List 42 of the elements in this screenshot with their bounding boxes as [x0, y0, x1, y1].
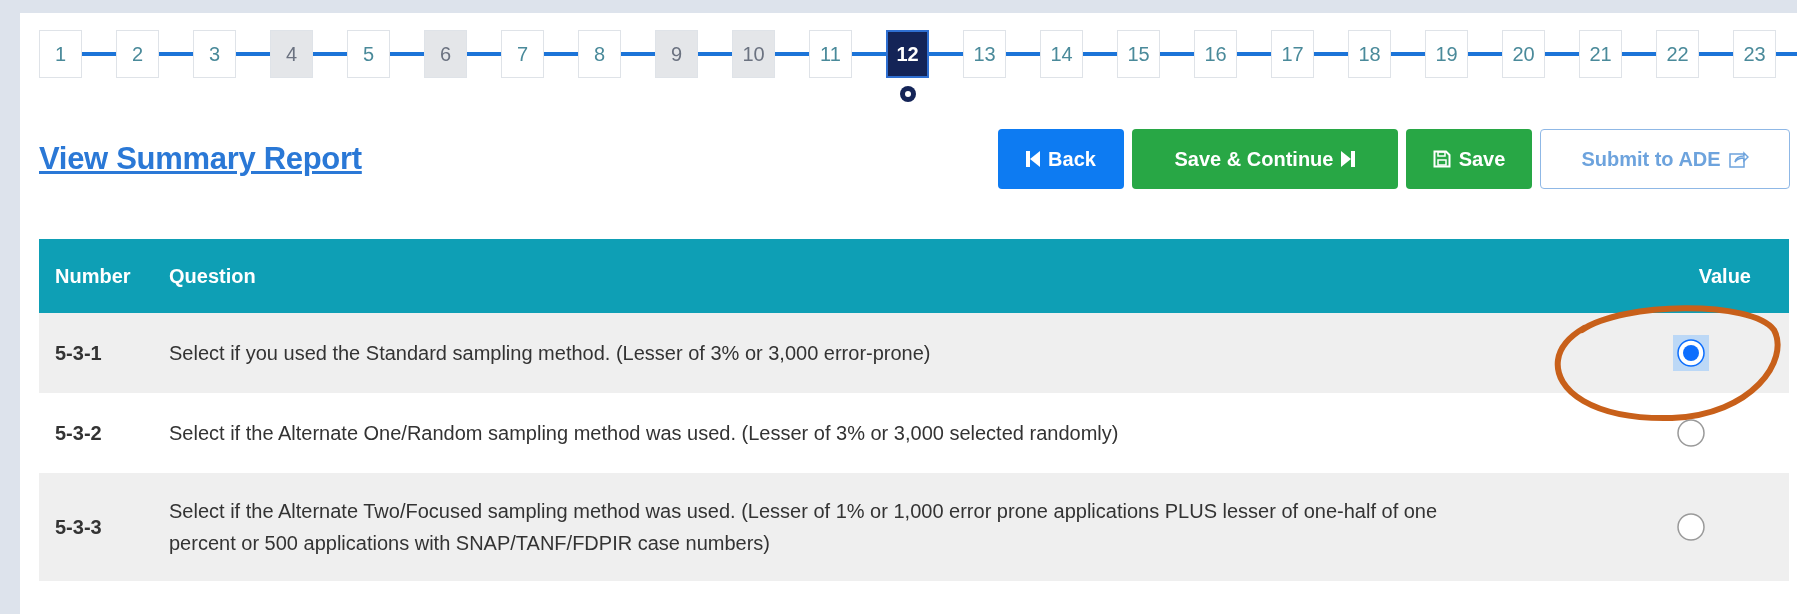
radio-button[interactable]	[1673, 335, 1709, 371]
question-number: 5-3-1	[55, 342, 102, 364]
column-header: Value	[1698, 264, 1751, 287]
step-button[interactable]: 16	[1194, 30, 1237, 78]
summary-report-link[interactable]: View Summary Report	[39, 141, 362, 177]
column-header: Question	[169, 264, 256, 287]
back-button[interactable]: Back	[998, 129, 1124, 189]
step-button[interactable]: 17	[1271, 30, 1314, 78]
column-header: Number	[55, 264, 131, 287]
step-button[interactable]: 5	[347, 30, 390, 78]
step-button[interactable]: 4	[270, 30, 313, 78]
step-button[interactable]: 19	[1425, 30, 1468, 78]
step-button[interactable]: 9	[655, 30, 698, 78]
continue-button[interactable]: Save & Continue	[1132, 129, 1398, 189]
step-button[interactable]: 7	[501, 30, 544, 78]
step-button[interactable]: 13	[963, 30, 1006, 78]
step-button[interactable]: 11	[809, 30, 852, 78]
submit-button[interactable]: Submit to ADE	[1540, 129, 1790, 189]
skip-forward-icon	[1341, 150, 1356, 168]
current-step-icon	[899, 86, 916, 102]
step-button[interactable]: 6	[424, 30, 467, 78]
question-number: 5-3-2	[55, 422, 102, 444]
question-text: Select if the Alternate Two/Focused sampling method was used. (Lesser of 1% or 1,000 error prone applications PLUS lesser of one-half of one percent or 500 applications with SNAP/TANF/FDPIR case numbers)	[169, 500, 1438, 554]
step-button[interactable]: 22	[1656, 30, 1699, 78]
share-icon	[1728, 150, 1749, 168]
step-button[interactable]: 2	[116, 30, 159, 78]
save-button[interactable]: Save	[1406, 129, 1532, 189]
question-number: 5-3-3	[55, 516, 102, 538]
step-button[interactable]: 15	[1117, 30, 1160, 78]
step-button[interactable]: 1	[39, 30, 82, 78]
step-button[interactable]: 18	[1348, 30, 1391, 78]
step-button[interactable]: 12	[886, 30, 929, 78]
step-button[interactable]: 20	[1502, 30, 1545, 78]
question-text: Select if you used the Standard sampling method. (Lesser of 3% or 3,000 error-prone)	[169, 342, 931, 364]
step-button[interactable]: 23	[1733, 30, 1776, 78]
step-button[interactable]: 3	[193, 30, 236, 78]
step-button[interactable]: 21	[1579, 30, 1622, 78]
step-button[interactable]: 10	[732, 30, 775, 78]
skip-back-icon	[1026, 150, 1041, 168]
step-button[interactable]: 14	[1040, 30, 1083, 78]
step-button[interactable]: 8	[578, 30, 621, 78]
question-text: Select if the Alternate One/Random sampling method was used. (Lesser of 3% or 3,000 selected randomly)	[169, 422, 1119, 444]
